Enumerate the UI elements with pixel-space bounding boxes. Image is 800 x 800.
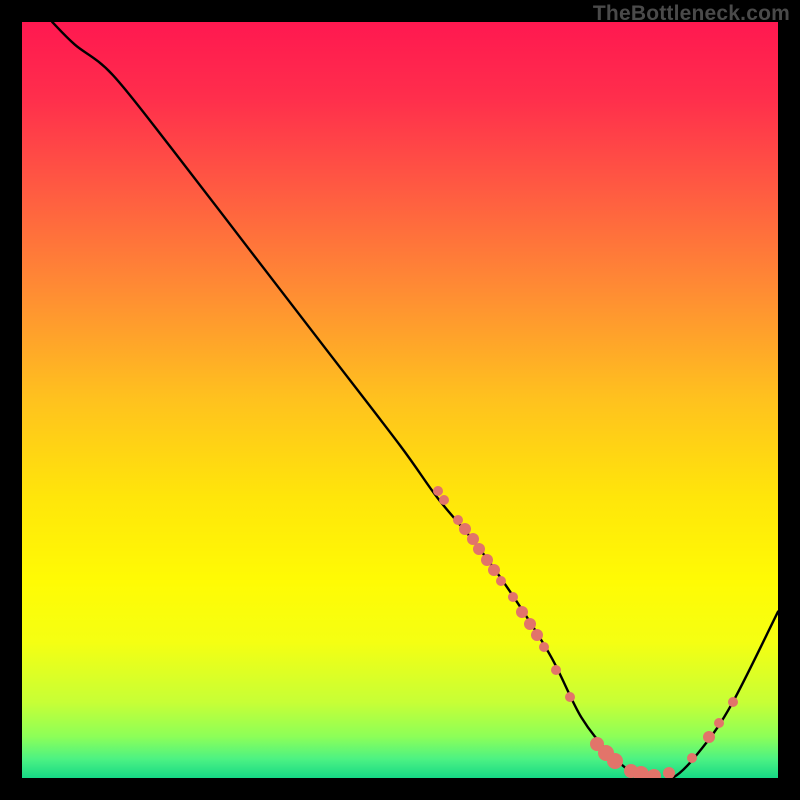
data-marker <box>524 618 536 630</box>
plot-area <box>22 22 778 778</box>
data-marker <box>565 692 575 702</box>
watermark-text: TheBottleneck.com <box>593 2 790 26</box>
data-marker <box>539 642 549 652</box>
data-marker <box>687 753 697 763</box>
data-marker <box>516 606 528 618</box>
data-marker <box>531 629 543 641</box>
data-marker <box>728 697 738 707</box>
data-marker <box>508 592 518 602</box>
data-marker <box>439 495 449 505</box>
chart-root: TheBottleneck.com <box>0 0 800 800</box>
data-marker <box>647 769 661 778</box>
data-marker <box>496 576 506 586</box>
data-marker <box>714 718 724 728</box>
background-gradient <box>22 22 778 778</box>
data-marker <box>703 731 715 743</box>
data-marker <box>551 665 561 675</box>
data-marker <box>663 767 675 778</box>
data-marker <box>488 564 500 576</box>
data-marker <box>607 753 623 769</box>
